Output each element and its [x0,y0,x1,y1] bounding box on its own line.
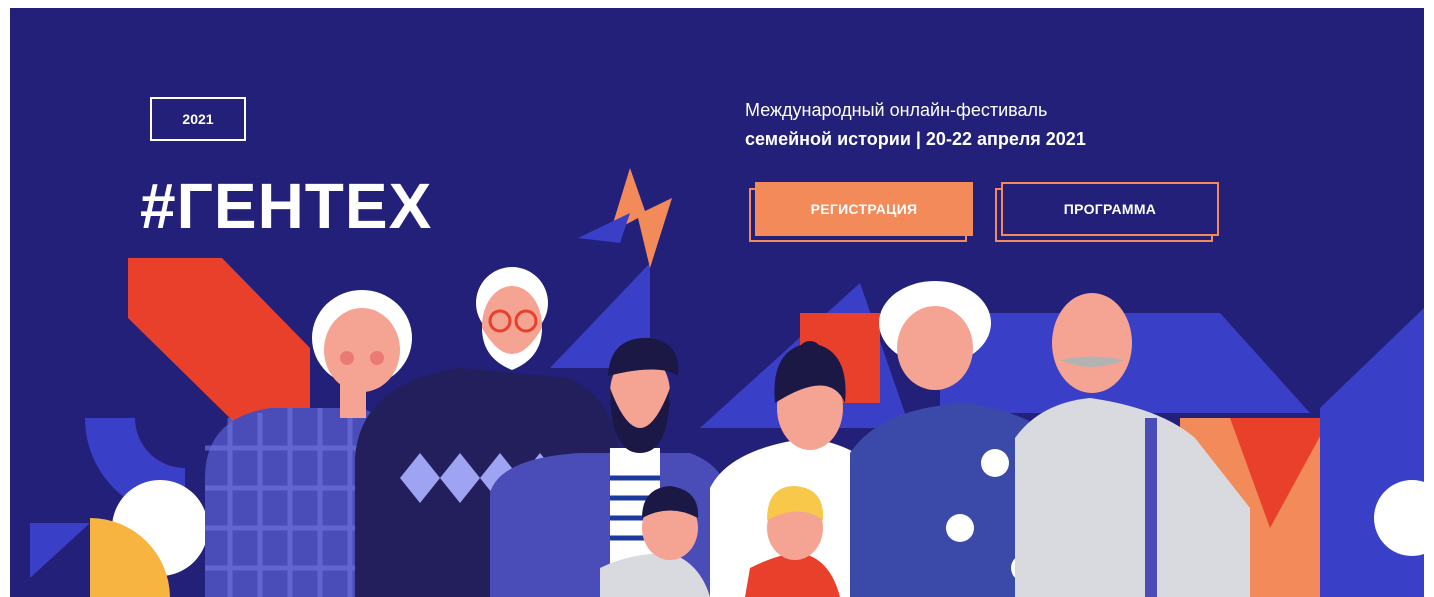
red-arrow-shape [128,258,310,428]
subtitle-line-1: Международный онлайн-фестиваль [745,100,1048,120]
festival-subtitle: Международный онлайн-фестиваль семейной … [745,96,1086,154]
year-badge: 2021 [150,97,246,141]
program-button[interactable]: ПРОГРАММА [1001,182,1219,236]
blue-triangle-small [578,213,630,243]
lightning-icon [610,168,672,268]
hero-banner: 2021 #ГЕНТЕХ Международный онлайн-фестив… [10,8,1424,597]
register-button[interactable]: РЕГИСТРАЦИЯ [755,182,973,236]
festival-logo: #ГЕНТЕХ [140,170,433,242]
subtitle-line-2: семейной истории | 20-22 апреля 2021 [745,128,1086,149]
blue-triangle-bottom-left [30,523,90,578]
